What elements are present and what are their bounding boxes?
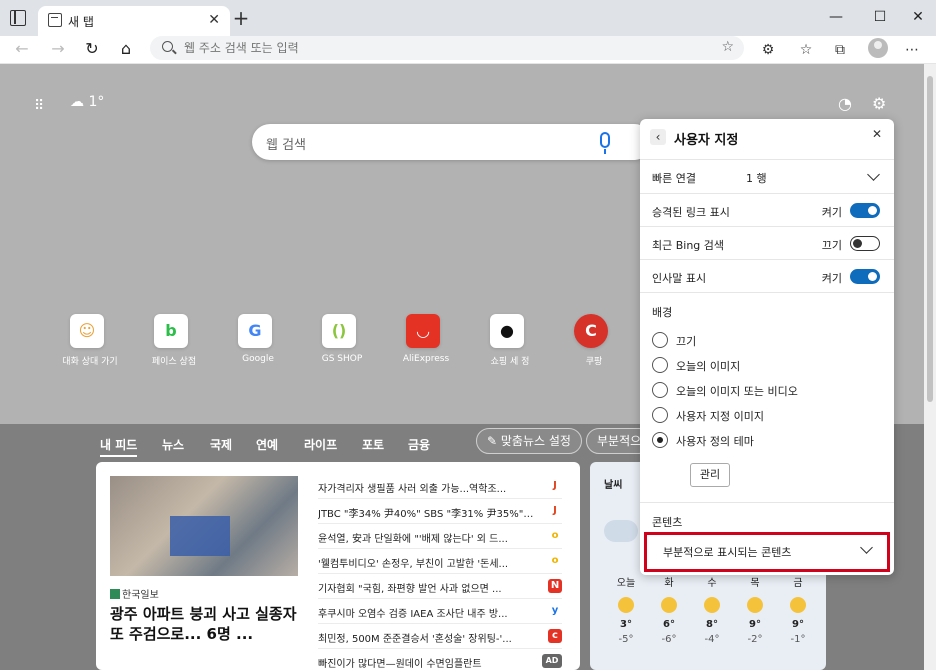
web-search-box[interactable]: 웹 검색: [252, 124, 652, 160]
extensions-icon[interactable]: ⚙: [758, 40, 778, 60]
partly-cloudy-icon: [618, 597, 634, 613]
forecast-day: 수 8° -4°: [704, 578, 720, 645]
content-heading: 콘텐츠: [652, 516, 683, 529]
back-chevron-icon[interactable]: ‹: [650, 129, 666, 145]
cloud-icon: [604, 520, 638, 542]
news-card[interactable]: 한국일보 광주 아파트 붕괴 사고 실종자 또 주검으로... 6명 ... 자…: [96, 462, 580, 670]
title-bar: 새 탭 ✕ + — ☐ ✕: [0, 0, 936, 36]
close-icon[interactable]: ✕: [872, 127, 882, 141]
back-icon[interactable]: ←: [10, 38, 34, 60]
tab-photo[interactable]: 포토: [362, 436, 384, 453]
news-item[interactable]: 기자협회 "국힘, 좌편향 발언 사과 없으면 ... N: [318, 574, 562, 599]
greeting-setting: 인사말 표시 켜기: [640, 259, 894, 292]
notifications-icon[interactable]: ◔: [838, 94, 852, 113]
manage-button[interactable]: 관리: [690, 463, 730, 487]
source-badge-icon: c: [548, 629, 562, 643]
source-badge-icon: o: [551, 555, 559, 566]
toolbar: ← → ↻ ⌂ ☆ ⚙ ☆ ⧉ ⋯: [0, 36, 936, 64]
source-badge-icon: o: [551, 530, 559, 541]
microphone-icon[interactable]: [600, 132, 610, 154]
partly-cloudy-icon: [747, 597, 763, 613]
forecast-day: 오늘 3° -5°: [616, 578, 636, 645]
scroll-thumb[interactable]: [927, 76, 933, 402]
bing-searches-setting: 최근 Bing 검색 끄기: [640, 226, 894, 259]
b-icon: b: [154, 314, 188, 348]
news-item[interactable]: 최민정, 500M 준준결승서 '혼성술' 장위팅-'... c: [318, 624, 562, 649]
personalize-news-button[interactable]: ✎ 맞춤뉴스 설정: [476, 428, 582, 454]
tab-finance[interactable]: 금융: [408, 436, 430, 453]
partly-cloudy-icon: [661, 597, 677, 613]
source-badge-icon: J: [553, 505, 557, 516]
maximize-button[interactable]: ☐: [862, 6, 898, 28]
news-item[interactable]: 빠진이가 많다면—원데이 수면임플란트 AD: [318, 649, 562, 670]
source-logo-icon: [110, 589, 120, 599]
tab-my-feed[interactable]: 내 피드: [100, 436, 138, 457]
forecast-day: 화 6° -6°: [661, 578, 677, 645]
home-icon[interactable]: ⌂: [114, 38, 138, 60]
greeting-toggle[interactable]: [850, 269, 880, 284]
refresh-icon[interactable]: ↻: [80, 38, 104, 60]
tab-title: 새 탭: [68, 15, 94, 29]
minimize-button[interactable]: —: [818, 6, 854, 28]
tab-entertainment[interactable]: 연예: [256, 436, 278, 453]
favorites-icon[interactable]: ☆: [796, 40, 816, 60]
tab-life[interactable]: 라이프: [304, 436, 337, 453]
chevron-down-icon: [867, 168, 880, 181]
person-icon: ☺: [70, 314, 104, 348]
source-badge-icon: y: [551, 605, 559, 616]
source-badge-icon: J: [553, 480, 557, 491]
search-placeholder: 웹 검색: [266, 138, 307, 153]
search-icon: [162, 41, 173, 52]
forecast-day: 금 9° -1°: [790, 578, 806, 645]
news-item[interactable]: '웰컴투비디오' 손정우, 부친이 고발한 '돈세... o: [318, 549, 562, 574]
source-badge-icon: N: [548, 579, 562, 593]
news-source: 한국일보: [110, 586, 159, 601]
address-bar[interactable]: ☆: [150, 36, 744, 60]
app-launcher-icon[interactable]: ⠿: [34, 98, 48, 114]
news-item[interactable]: 윤석열, 安과 단일화에 "'배제 않는다' 외 드... o: [318, 524, 562, 549]
settings-icon[interactable]: ⚙: [872, 94, 886, 113]
news-item[interactable]: 후쿠시마 오염수 검증 IAEA 조사단 내주 방... y: [318, 599, 562, 624]
collections-icon[interactable]: ⧉: [830, 40, 850, 60]
tab-close-icon[interactable]: ✕: [208, 12, 220, 28]
scrollbar[interactable]: [924, 64, 936, 670]
bracket-icon: (): [322, 314, 356, 348]
profile-avatar[interactable]: [868, 38, 888, 58]
google-icon: G: [238, 314, 272, 348]
tab-actions-icon[interactable]: [10, 10, 26, 26]
background-heading: 배경: [652, 306, 673, 319]
more-menu-icon[interactable]: ⋯: [902, 40, 922, 60]
address-input[interactable]: [184, 40, 704, 56]
close-window-button[interactable]: ✕: [900, 6, 936, 28]
content-dropdown[interactable]: 부분적으로 표시되는 콘텐츠: [644, 532, 890, 572]
customize-panel: ‹ 사용자 지정 ✕ 빠른 연결 1 행 승격된 링크 표시 켜기 최근 Bin…: [640, 119, 894, 575]
bing-searches-toggle[interactable]: [850, 236, 880, 251]
forward-icon[interactable]: →: [46, 38, 70, 60]
new-tab-page-icon: [48, 13, 62, 27]
tab-new-tab[interactable]: 새 탭 ✕: [38, 6, 230, 36]
quick-links-dropdown[interactable]: 빠른 연결 1 행: [640, 159, 894, 192]
weather-heading: 날씨: [604, 480, 623, 491]
forecast-day: 목 9° -2°: [747, 578, 763, 645]
promoted-links-setting: 승격된 링크 표시 켜기: [640, 193, 894, 226]
aliexpress-icon: ◡: [406, 314, 440, 348]
news-headline[interactable]: 광주 아파트 붕괴 사고 실종자 또 주검으로... 6명 ...: [110, 604, 298, 644]
new-tab-button[interactable]: +: [232, 6, 250, 30]
promoted-links-toggle[interactable]: [850, 203, 880, 218]
news-item[interactable]: 자가격리자 생필품 사러 외출 가능...역학조... J: [318, 474, 562, 499]
partly-cloudy-icon: [704, 597, 720, 613]
apple-icon: ●: [490, 314, 524, 348]
news-item[interactable]: JTBC "李34% 尹40%" SBS "李31% 尹35%" ... J: [318, 499, 562, 524]
weather-summary[interactable]: ☁ 1°: [70, 94, 104, 110]
news-image: [110, 476, 298, 576]
tab-news[interactable]: 뉴스: [162, 436, 184, 453]
ad-badge: AD: [542, 654, 562, 668]
c-icon: C: [574, 314, 608, 348]
panel-title: 사용자 지정: [674, 133, 739, 148]
partly-cloudy-icon: [790, 597, 806, 613]
chevron-down-icon: [860, 541, 873, 554]
add-favorite-icon[interactable]: ☆: [721, 39, 734, 55]
tab-world[interactable]: 국제: [210, 436, 232, 453]
